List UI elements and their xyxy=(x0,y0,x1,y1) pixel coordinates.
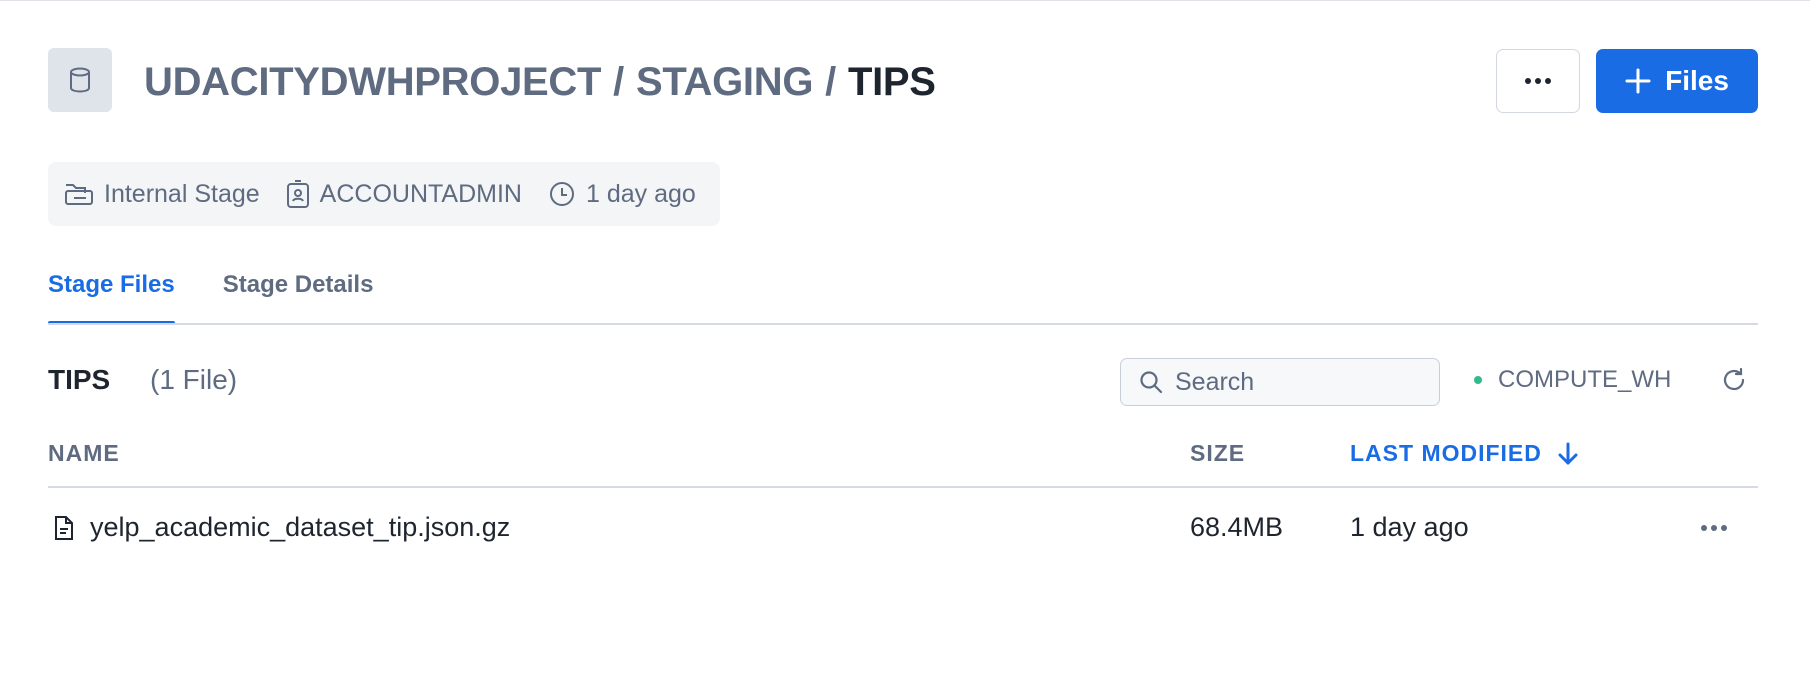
warehouse-status-dot xyxy=(1474,376,1482,384)
table-header-divider xyxy=(48,486,1758,488)
add-files-label: Files xyxy=(1665,65,1729,96)
column-header-size[interactable]: SIZE xyxy=(1190,440,1245,467)
tab-stage-files[interactable]: Stage Files xyxy=(48,266,175,325)
breadcrumb-separator: / xyxy=(825,59,836,104)
breadcrumb-database[interactable]: UDACITYDWHPROJECT xyxy=(144,60,601,105)
stage-meta: Internal Stage ACCOUNTADMIN 1 day ago xyxy=(48,162,720,226)
badge-icon xyxy=(286,180,309,208)
add-files-button[interactable]: Files xyxy=(1596,49,1758,113)
tab-stage-details[interactable]: Stage Details xyxy=(223,266,374,324)
warehouse-selector[interactable]: COMPUTE_WH xyxy=(1474,366,1671,394)
tabs-divider xyxy=(48,323,1758,325)
column-header-name[interactable]: NAME xyxy=(48,440,120,467)
warehouse-name: COMPUTE_WH xyxy=(1498,366,1672,393)
breadcrumb: UDACITYDWHPROJECT / STAGING / TIPS xyxy=(144,58,936,106)
database-icon-tile xyxy=(48,48,112,112)
row-actions-button[interactable] xyxy=(1696,514,1732,542)
refresh-icon xyxy=(1723,367,1745,391)
list-title: TIPS xyxy=(48,364,111,395)
arrow-down-icon xyxy=(1558,442,1578,464)
stage-owner: ACCOUNTADMIN xyxy=(286,179,522,209)
stage-created: 1 day ago xyxy=(548,180,696,209)
file-name: yelp_academic_dataset_tip.json.gz xyxy=(90,512,511,542)
plus-icon xyxy=(1625,68,1651,94)
breadcrumb-stage: TIPS xyxy=(847,59,936,104)
column-header-last-modified-label: LAST MODIFIED xyxy=(1350,440,1542,466)
ellipsis-icon xyxy=(1525,78,1551,84)
owner-label: ACCOUNTADMIN xyxy=(319,179,522,208)
file-last-modified: 1 day ago xyxy=(1350,512,1469,542)
database-icon xyxy=(70,67,90,93)
stage-type-label: Internal Stage xyxy=(104,179,260,208)
search-input[interactable] xyxy=(1175,367,1425,397)
clock-icon xyxy=(549,182,574,206)
file-count: (1 File) xyxy=(150,364,238,395)
file-name-cell[interactable]: yelp_academic_dataset_tip.json.gz xyxy=(54,512,510,543)
file-icon xyxy=(55,515,73,540)
folder-stage-icon xyxy=(65,184,93,205)
search-box[interactable] xyxy=(1120,358,1440,406)
more-actions-button[interactable] xyxy=(1496,49,1580,113)
tab-bar: Stage Files Stage Details xyxy=(48,266,374,325)
refresh-button[interactable] xyxy=(1720,366,1750,396)
table-row[interactable]: yelp_academic_dataset_tip.json.gz 68.4MB… xyxy=(48,490,1758,566)
breadcrumb-schema[interactable]: STAGING xyxy=(636,60,813,105)
file-size: 68.4MB xyxy=(1190,512,1284,542)
top-border xyxy=(0,0,1810,1)
ellipsis-icon xyxy=(1701,525,1727,531)
column-header-last-modified[interactable]: LAST MODIFIED xyxy=(1350,440,1578,467)
search-icon xyxy=(1140,371,1163,394)
created-label: 1 day ago xyxy=(585,179,696,208)
breadcrumb-separator: / xyxy=(613,59,624,104)
stage-type: Internal Stage xyxy=(64,180,260,209)
